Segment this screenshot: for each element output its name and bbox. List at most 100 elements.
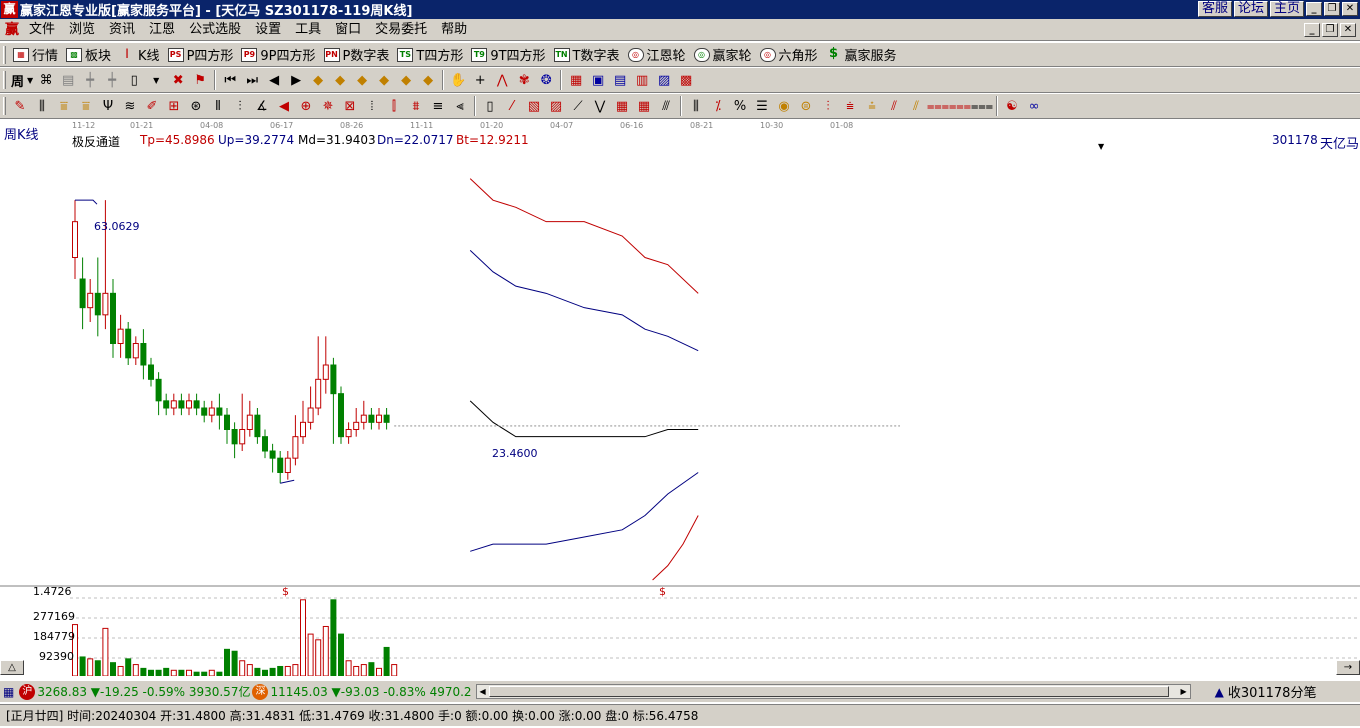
ticker-scrollbar[interactable]: ◀ ▶ [475,684,1191,699]
scroll-left-icon[interactable]: ◀ [477,685,489,698]
save-icon[interactable]: ▥ [631,69,653,91]
9p-square-button[interactable]: P9 9P四方形 [237,44,319,66]
menu-logo-icon[interactable]: 赢 [2,21,22,39]
prev-icon[interactable]: ◀ [263,69,285,91]
child-minimize-icon[interactable]: _ [1304,23,1320,37]
arrow-left-icon[interactable]: ◀ [273,95,295,117]
diamond-minus-icon[interactable]: ◆ [373,69,395,91]
diamond-plus-icon[interactable]: ◆ [351,69,373,91]
bars-marker-icon[interactable]: ⫷ [449,95,471,117]
gann-fan-icon[interactable]: ⩸ [53,95,75,117]
globe-icon[interactable]: ❂ [535,69,557,91]
period-select[interactable]: 周 ▼ [9,70,35,90]
fib-time-icon[interactable]: ⫶ [229,95,251,117]
calculator-icon[interactable]: ▣ [587,69,609,91]
forum-link[interactable]: 论坛 [1233,1,1268,17]
bar-marker-icon[interactable]: ⩩ [405,95,427,117]
child-restore-icon[interactable]: ❐ [1322,23,1338,37]
coin-lines-icon[interactable]: ⊜ [795,95,817,117]
menu-help[interactable]: 帮助 [434,19,474,41]
menu-gann[interactable]: 江恩 [142,19,182,41]
menu-formula[interactable]: 公式选股 [182,19,248,41]
9t-square-button[interactable]: T9 9T四方形 [467,44,549,66]
square-target-icon[interactable]: ⊠ [339,95,361,117]
vertical-lines-icon[interactable]: ⦀ [207,95,229,117]
chevron-down-icon[interactable]: ▼ [145,69,167,91]
grid-icon[interactable]: ▦ [3,685,14,699]
next-icon[interactable]: ▶ [285,69,307,91]
yin-yang-icon[interactable]: ☯ [1001,95,1023,117]
scroll-right-icon[interactable]: ▶ [1178,685,1190,698]
menu-trade[interactable]: 交易委托 [368,19,434,41]
winner-service-button[interactable]: $ 赢家服务 [822,44,901,66]
circle-target-icon[interactable]: ⊕ [295,95,317,117]
hand-icon[interactable]: ✋ [447,69,469,91]
fib-levels-icon[interactable]: ⫶ [817,95,839,117]
overlay-icon[interactable]: ⌘ [35,69,57,91]
restore-icon[interactable]: ❐ [1324,2,1340,16]
tick-label[interactable]: 收301178分笔 [1228,682,1317,701]
ruler-icon[interactable]: ⫼ [685,95,707,117]
fork-icon[interactable]: Ψ [97,95,119,117]
menu-window[interactable]: 窗口 [328,19,368,41]
last-icon[interactable]: ⏭ [241,69,263,91]
pencil-icon[interactable]: ✎ [9,95,31,117]
first-icon[interactable]: ⏮ [219,69,241,91]
flag-icon[interactable]: ⚑ [189,69,211,91]
diamond-up-icon[interactable]: ◆ [307,69,329,91]
p-square-button[interactable]: PS P四方形 [164,44,238,66]
calendar-icon[interactable]: ▦ [565,69,587,91]
parallel-lines-icon[interactable]: ⫼ [31,95,53,117]
square-grid-icon[interactable]: ⊞ [163,95,185,117]
zigzag-icon[interactable]: ⋀ [491,69,513,91]
pattern-icon[interactable]: ✾ [513,69,535,91]
x-cross-icon[interactable]: ✖ [167,69,189,91]
fib-fan-icon[interactable]: ⩧ [839,95,861,117]
v-icon[interactable]: ⋁ [589,95,611,117]
menu-browse[interactable]: 浏览 [62,19,102,41]
cycle-lines-icon[interactable]: ⦙ [361,95,383,117]
kline-button[interactable]: ┃ K线 [115,44,164,66]
print-icon[interactable]: ▨ [653,69,675,91]
menu-info[interactable]: 资讯 [102,19,142,41]
fib-gold-icon[interactable]: ⩮ [861,95,883,117]
diamond-fit-icon[interactable]: ◆ [395,69,417,91]
equal-bars-icon[interactable]: ≡ [427,95,449,117]
sector-button[interactable]: ▩ 板块 [62,44,115,66]
box-icon[interactable]: ▯ [479,95,501,117]
infinity-icon[interactable]: ∞ [1023,95,1045,117]
dropdown-arrow-icon[interactable]: ▼ [1098,142,1104,151]
level-lines-icon[interactable]: ☰ [751,95,773,117]
t-number-table-button[interactable]: TN T数字表 [550,44,624,66]
star-target-icon[interactable]: ✵ [317,95,339,117]
rect-icon[interactable]: ▧ [523,95,545,117]
angle-icon[interactable]: ∡ [251,95,273,117]
menu-file[interactable]: 文件 [22,19,62,41]
chart-canvas[interactable] [0,120,1360,676]
candle-gray-icon[interactable]: ┿ [79,69,101,91]
crosshair-icon[interactable]: + [469,69,491,91]
channel2-icon[interactable]: ⩶ [949,95,971,117]
grid-red-icon[interactable]: ▦ [611,95,633,117]
minimize-icon[interactable]: _ [1306,2,1322,16]
quote-button[interactable]: ▦ 行情 [9,44,62,66]
bar-type-icon[interactable]: ▯ [123,69,145,91]
channel3-icon[interactable]: ⩶ [971,95,993,117]
candle-gray2-icon[interactable]: ┿ [101,69,123,91]
winner-wheel-button[interactable]: ◎ 赢家轮 [690,44,756,66]
t-square-button[interactable]: TS T四方形 [393,44,467,66]
diamond-down-icon[interactable]: ◆ [329,69,351,91]
speed-gold-icon[interactable]: ⫽ [905,95,927,117]
menu-settings[interactable]: 设置 [248,19,288,41]
customer-service-link[interactable]: 客服 [1197,1,1232,17]
toolbar-grip[interactable] [3,45,6,64]
child-close-icon[interactable]: ✕ [1340,23,1356,37]
rect-hatch-icon[interactable]: ▨ [545,95,567,117]
gann-fan2-icon[interactable]: ⩸ [75,95,97,117]
gann-wheel-button[interactable]: ◎ 江恩轮 [624,44,690,66]
kline-chart[interactable]: 周K线 极反通道 Tp=45.8986 Up=39.2774 Md=31.940… [0,120,1360,676]
coin-icon[interactable]: ◉ [773,95,795,117]
diamond-reset-icon[interactable]: ◆ [417,69,439,91]
toolbar-grip[interactable] [3,97,6,115]
arc-pen-icon[interactable]: ✐ [141,95,163,117]
